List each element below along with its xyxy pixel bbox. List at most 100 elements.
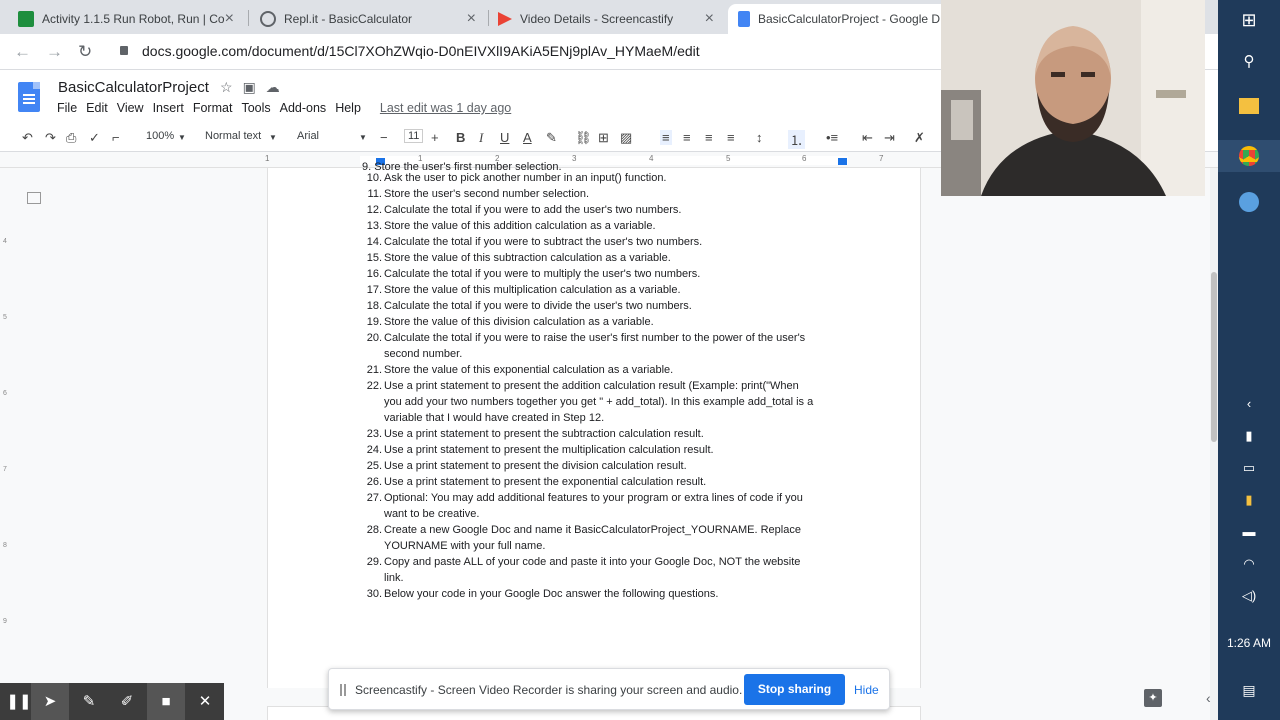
list-item-text: Ask the user to pick another number in a…	[384, 172, 667, 184]
camera-icon[interactable]: ■	[147, 683, 185, 720]
underline-icon[interactable]: U	[500, 130, 509, 145]
list-number: 29.	[366, 556, 382, 568]
list-number: 12.	[366, 204, 382, 216]
display-icon[interactable]: ▭	[1218, 460, 1280, 476]
chevron-down-icon: ▼	[178, 133, 186, 142]
list-number: 30.	[366, 588, 382, 600]
print-icon[interactable]: ⎙	[66, 130, 76, 146]
menu-tools[interactable]: Tools	[241, 101, 270, 115]
close-icon[interactable]: ×	[467, 10, 476, 28]
undo-icon[interactable]: ↶	[22, 130, 33, 146]
scrollbar-track[interactable]	[1210, 168, 1218, 720]
highlight-icon[interactable]: ✎	[546, 130, 557, 146]
zoom-select[interactable]: 100%	[146, 130, 174, 142]
list-item-text: Below your code in your Google Doc answe…	[384, 588, 719, 600]
close-icon[interactable]: ×	[225, 10, 234, 28]
volume-icon[interactable]: ◁)	[1218, 588, 1280, 604]
align-center-icon[interactable]: ≡	[683, 130, 691, 145]
increase-font-icon[interactable]: +	[431, 130, 439, 145]
bulleted-list-icon[interactable]: •≡	[826, 130, 838, 145]
list-item-text: Optional: You may add additional feature…	[384, 492, 803, 504]
menu-file[interactable]: File	[57, 101, 77, 115]
last-edit-link[interactable]: Last edit was 1 day ago	[380, 101, 511, 115]
ruler-label: 6	[802, 154, 807, 163]
right-margin-marker[interactable]	[838, 158, 847, 165]
font-select[interactable]: Arial	[297, 130, 319, 142]
close-icon[interactable]: ✕	[186, 683, 224, 720]
close-icon[interactable]: ×	[705, 10, 714, 28]
pen-icon[interactable]: ✎	[70, 683, 108, 720]
align-left-icon[interactable]: ≡	[660, 130, 672, 145]
paint-format-icon[interactable]: ⌐	[112, 130, 120, 145]
tab-docs[interactable]: BasicCalculatorProject - Google D	[728, 4, 964, 34]
app-icon[interactable]	[1218, 192, 1280, 216]
eraser-icon[interactable]: ✐	[108, 683, 146, 720]
forward-icon[interactable]: →	[46, 42, 63, 62]
list-item: 17. Store the value of this multiplicatio…	[362, 282, 852, 298]
tab-replit[interactable]: Repl.it - BasicCalculator ×	[250, 4, 486, 34]
text-color-icon[interactable]: A	[523, 130, 532, 145]
star-icon[interactable]: ☆	[220, 79, 233, 95]
back-icon[interactable]: ←	[14, 42, 31, 62]
increase-indent-icon[interactable]: ⇥	[884, 130, 895, 146]
url-field[interactable]: docs.google.com/document/d/15Cl7XOhZWqio…	[142, 43, 700, 59]
spellcheck-icon[interactable]: ✓	[89, 130, 100, 146]
list-item-text: Use a print statement to present the div…	[384, 460, 687, 472]
docs-logo-icon[interactable]	[18, 82, 40, 112]
link-icon[interactable]: ⛓	[575, 130, 592, 146]
usb-icon[interactable]: ▮	[1218, 428, 1280, 444]
notifications-icon[interactable]: ▤	[1218, 682, 1280, 699]
menu-edit[interactable]: Edit	[86, 101, 108, 115]
drag-handle-icon[interactable]	[340, 684, 346, 696]
security-icon[interactable]: ▮	[1218, 492, 1280, 508]
comment-icon[interactable]: ⊞	[598, 130, 609, 146]
list-item: 14. Calculate the total if you were to su…	[362, 234, 852, 250]
file-explorer-icon[interactable]	[1218, 98, 1280, 118]
align-right-icon[interactable]: ≡	[705, 130, 713, 145]
font-size-field[interactable]: 11	[404, 129, 424, 143]
chevron-left-icon[interactable]: ‹	[1218, 396, 1280, 411]
decrease-indent-icon[interactable]: ⇤	[862, 130, 873, 146]
italic-icon[interactable]: I	[479, 130, 483, 146]
style-select[interactable]: Normal text	[205, 130, 261, 142]
stop-sharing-button[interactable]: Stop sharing	[744, 674, 845, 705]
search-icon[interactable]: ⚲	[1218, 52, 1280, 70]
explore-icon[interactable]: ✦	[1144, 689, 1162, 707]
outline-icon[interactable]	[27, 192, 41, 204]
list-item: 19. Store the value of this division calc…	[362, 314, 852, 330]
chevron-left-icon[interactable]: ‹	[1206, 690, 1211, 706]
screen: Activity 1.1.5 Run Robot, Run | Co × Rep…	[0, 0, 1280, 720]
cursor-icon[interactable]: ➤	[31, 683, 69, 720]
numbered-list-icon[interactable]: ⒈	[788, 130, 806, 149]
menu-view[interactable]: View	[117, 101, 144, 115]
clear-formatting-icon[interactable]: ✗	[914, 130, 925, 146]
classroom-icon	[18, 11, 34, 27]
windows-icon[interactable]: ⊞	[1218, 10, 1280, 31]
bold-icon[interactable]: B	[456, 130, 465, 145]
battery-icon[interactable]: ▬	[1218, 524, 1280, 539]
list-item: 25. Use a print statement to present the …	[362, 458, 852, 474]
reload-icon[interactable]: ↻	[78, 42, 92, 62]
menu-help[interactable]: Help	[335, 101, 361, 115]
hide-button[interactable]: Hide	[854, 683, 879, 697]
scrollbar-thumb[interactable]	[1211, 272, 1217, 442]
list-item-text: link.	[384, 572, 404, 584]
tab-screencastify[interactable]: Video Details - Screencastify ×	[488, 4, 724, 34]
chrome-icon[interactable]	[1218, 140, 1280, 172]
document-title[interactable]: BasicCalculatorProject	[58, 79, 209, 96]
move-folder-icon[interactable]: ▣	[243, 79, 256, 95]
docs-icon	[738, 11, 750, 27]
menu-addons[interactable]: Add-ons	[280, 101, 327, 115]
image-icon[interactable]: ▨	[620, 130, 632, 146]
decrease-font-icon[interactable]: −	[380, 130, 388, 145]
menu-insert[interactable]: Insert	[153, 101, 184, 115]
document-page[interactable]: 9. Store the user's first number selecti…	[267, 161, 921, 688]
line-spacing-icon[interactable]: ↕	[756, 130, 763, 145]
list-item-text: Copy and paste ALL of your code and past…	[384, 556, 801, 568]
wifi-icon[interactable]: ◠	[1218, 556, 1280, 572]
clock[interactable]: 1:26 AM	[1218, 636, 1280, 650]
redo-icon[interactable]: ↷	[45, 130, 56, 146]
tab-activity[interactable]: Activity 1.1.5 Run Robot, Run | Co ×	[8, 4, 244, 34]
menu-format[interactable]: Format	[193, 101, 233, 115]
justify-icon[interactable]: ≡	[727, 130, 735, 145]
